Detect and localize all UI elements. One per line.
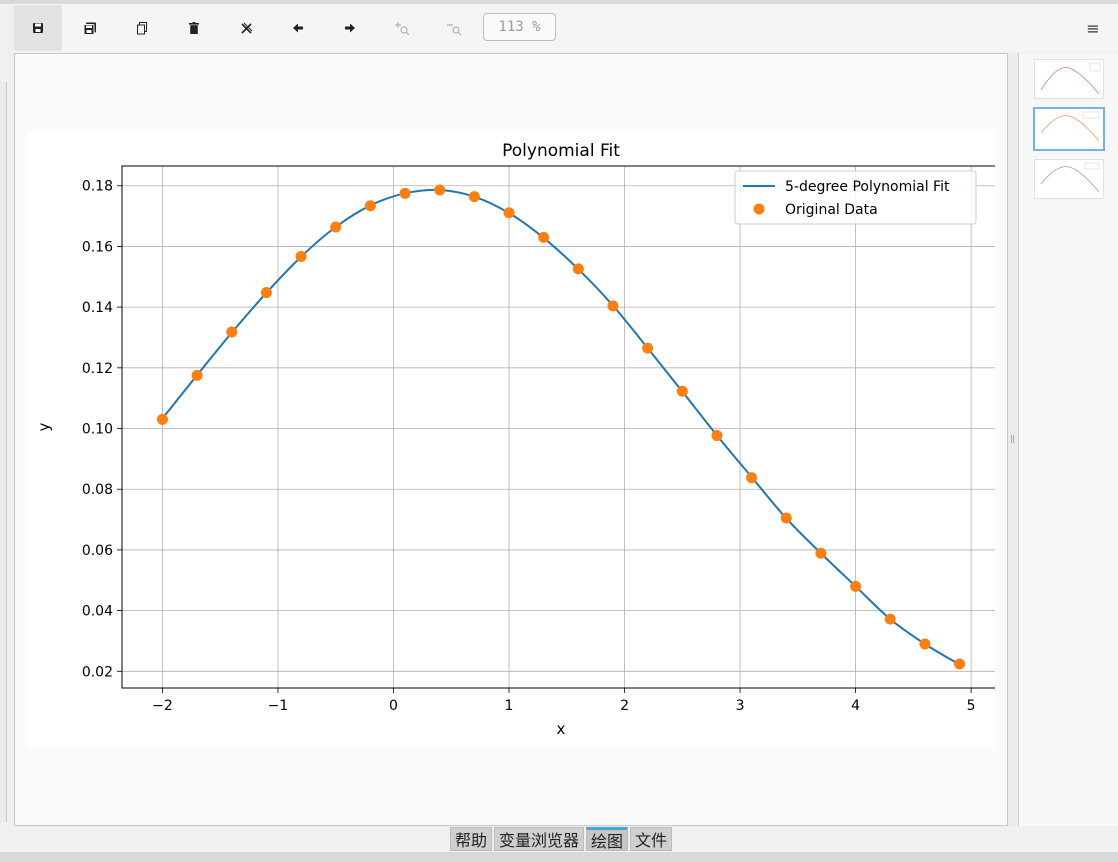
copy-icon[interactable] [118,5,166,51]
data-point-20 [850,580,862,592]
x-axis-label: x [557,720,566,738]
legend-dot-swatch [753,203,765,215]
save-icon[interactable] [14,5,62,51]
data-point-10 [503,207,515,219]
x-tick-label-6: 4 [851,698,860,714]
zoom-in-icon[interactable] [378,5,426,51]
splitter-grip[interactable] [1011,435,1014,443]
tab-0[interactable]: 帮助 [450,827,493,851]
tab-3[interactable]: 文件 [630,827,673,851]
save-all-icon[interactable] [66,5,114,51]
left-pane-edge [0,82,7,822]
axes-frame [121,165,1001,689]
delete-all-icon[interactable] [222,5,270,51]
data-point-19 [815,547,827,559]
menu-icon[interactable]: ≡ [1078,5,1108,51]
y-tick-label-8: 0.18 [82,179,113,195]
data-point-5 [330,221,342,233]
y-axis-label: y [35,422,53,431]
plot-thumbnail[interactable] [1034,159,1104,199]
data-point-11 [538,231,550,243]
x-tick-label-5: 3 [736,698,745,714]
delete-icon[interactable] [170,5,218,51]
data-point-6 [364,200,376,212]
x-tick-label-7: 5 [967,698,976,714]
next-icon[interactable] [326,5,374,51]
polynomial-fit-line [161,188,961,666]
y-tick-label-2: 0.06 [82,543,113,559]
y-tick-label-5: 0.12 [82,361,113,377]
data-point-14 [642,342,654,354]
plot-toolbar: 113 % ≡ [14,4,1118,52]
data-point-8 [434,184,446,196]
data-point-23 [954,658,966,670]
zoom-out-icon[interactable] [430,5,478,51]
data-point-1 [191,369,203,381]
data-point-17 [746,472,758,484]
data-point-22 [919,638,931,650]
previous-icon[interactable] [274,5,322,51]
pane-tabs: 帮助 变量浏览器 绘图 文件 [450,827,673,851]
data-point-2 [226,326,238,338]
legend-label-fit: 5-degree Polynomial Fit [785,179,950,195]
y-tick-label-3: 0.08 [82,482,113,498]
data-point-18 [780,512,792,524]
x-tick-label-4: 2 [620,698,629,714]
y-tick-label-0: 0.02 [82,664,113,680]
data-point-13 [607,300,619,312]
y-tick-label-6: 0.14 [82,300,113,316]
plot-figure: −2 −1 0 1 2 3 4 5 0.02 0.04 0.06 0.08 0.10 0.12 0.14 0.… [27,131,1001,748]
y-tick-label-1: 0.04 [82,604,113,620]
data-point-4 [295,250,307,262]
plot-viewer: −2 −1 0 1 2 3 4 5 0.02 0.04 0.06 0.08 0.10 0.12 0.14 0.… [14,53,1008,826]
plot-thumbnail[interactable] [1034,59,1104,99]
x-tick-label-3: 1 [505,698,514,714]
app-window: 113 % ≡ −2 −1 0 1 2 3 4 5 0.02 0.04 0.06 0.08 0.10 0.… [0,0,1118,862]
tab-1[interactable]: 变量浏览器 [494,827,585,851]
data-point-21 [884,613,896,625]
data-point-15 [676,385,688,397]
data-point-9 [468,191,480,203]
data-point-7 [399,187,411,199]
x-tick-label-2: 0 [389,698,398,714]
data-point-0 [156,413,168,425]
plot-thumbnail-selected[interactable] [1033,107,1105,151]
data-point-12 [572,263,584,275]
chart-title: Polynomial Fit [502,141,620,161]
x-tick-label-1: −1 [268,698,289,714]
tab-2[interactable]: 绘图 [586,827,629,851]
chart: −2 −1 0 1 2 3 4 5 0.02 0.04 0.06 0.08 0.10 0.12 0.14 0.… [35,141,1001,738]
legend-label-data: Original Data [785,202,878,218]
data-point-16 [711,429,723,441]
window-bottom-strip [0,852,1118,862]
x-tick-label-0: −2 [152,698,173,714]
y-tick-label-4: 0.10 [82,422,113,438]
zoom-level-field[interactable]: 113 % [483,13,556,41]
y-tick-label-7: 0.16 [82,239,113,255]
data-point-3 [260,287,272,299]
plot-thumbnails-panel [1018,53,1118,826]
